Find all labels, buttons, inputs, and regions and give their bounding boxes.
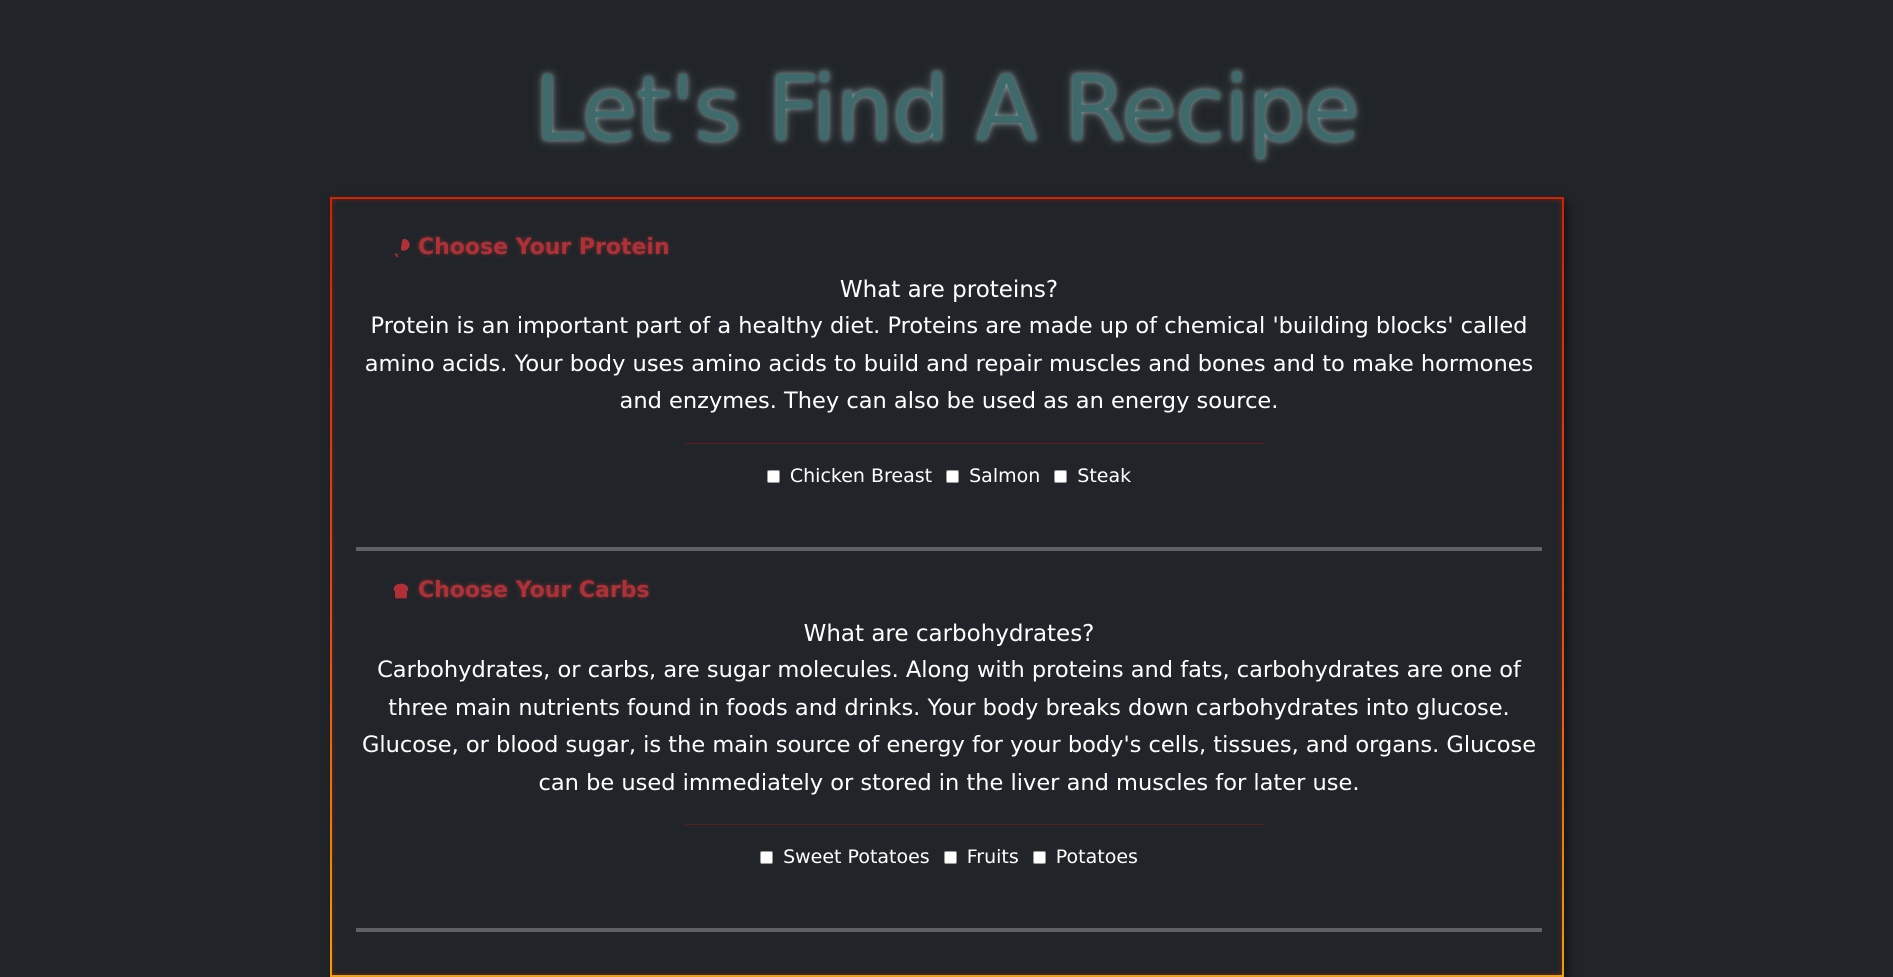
carbs-divider [685, 824, 1265, 825]
recipe-form-card: Choose Your Protein What are proteins? P… [330, 197, 1564, 977]
protein-options: Chicken Breast Salmon Steak [356, 463, 1542, 489]
carbs-section: Choose Your Carbs What are carbohydrates… [356, 551, 1542, 971]
option-chicken-breast[interactable]: Chicken Breast [766, 465, 933, 487]
carbs-description: Carbohydrates, or carbs, are sugar molec… [361, 657, 1537, 796]
sweet-potatoes-checkbox[interactable] [760, 850, 774, 864]
carbs-options: Sweet Potatoes Fruits Potatoes [356, 844, 1542, 870]
fruits-checkbox[interactable] [943, 850, 957, 864]
option-fruits[interactable]: Fruits [943, 846, 1019, 868]
potatoes-checkbox[interactable] [1032, 850, 1046, 864]
bread-icon [393, 583, 409, 598]
carbs-question: What are carbohydrates? [803, 621, 1095, 647]
option-potatoes[interactable]: Potatoes [1032, 846, 1138, 868]
option-label: Fruits [966, 846, 1019, 868]
option-sweet-potatoes[interactable]: Sweet Potatoes [760, 846, 930, 868]
option-label: Potatoes [1055, 846, 1138, 868]
page-title: Let's Find A Recipe [534, 57, 1360, 162]
option-label: Salmon [969, 465, 1041, 487]
option-label: Sweet Potatoes [783, 846, 930, 868]
option-label: Steak [1077, 465, 1132, 487]
option-salmon[interactable]: Salmon [946, 465, 1040, 487]
protein-divider [685, 443, 1265, 444]
drumstick-icon [394, 238, 410, 257]
protein-section-heading: Choose Your Protein [390, 235, 670, 260]
protein-description: Protein is an important part of a health… [364, 313, 1534, 414]
steak-checkbox[interactable] [1054, 469, 1068, 483]
protein-section: Choose Your Protein What are proteins? P… [356, 199, 1542, 579]
option-steak[interactable]: Steak [1054, 465, 1131, 487]
protein-question: What are proteins? [839, 277, 1059, 303]
carbs-heading-label: Choose Your Carbs [418, 578, 650, 603]
protein-heading-label: Choose Your Protein [418, 235, 670, 260]
carbs-section-heading: Choose Your Carbs [390, 578, 650, 603]
option-label: Chicken Breast [789, 465, 933, 487]
salmon-checkbox[interactable] [946, 469, 960, 483]
section-divider [356, 928, 1542, 932]
chicken-breast-checkbox[interactable] [766, 469, 780, 483]
